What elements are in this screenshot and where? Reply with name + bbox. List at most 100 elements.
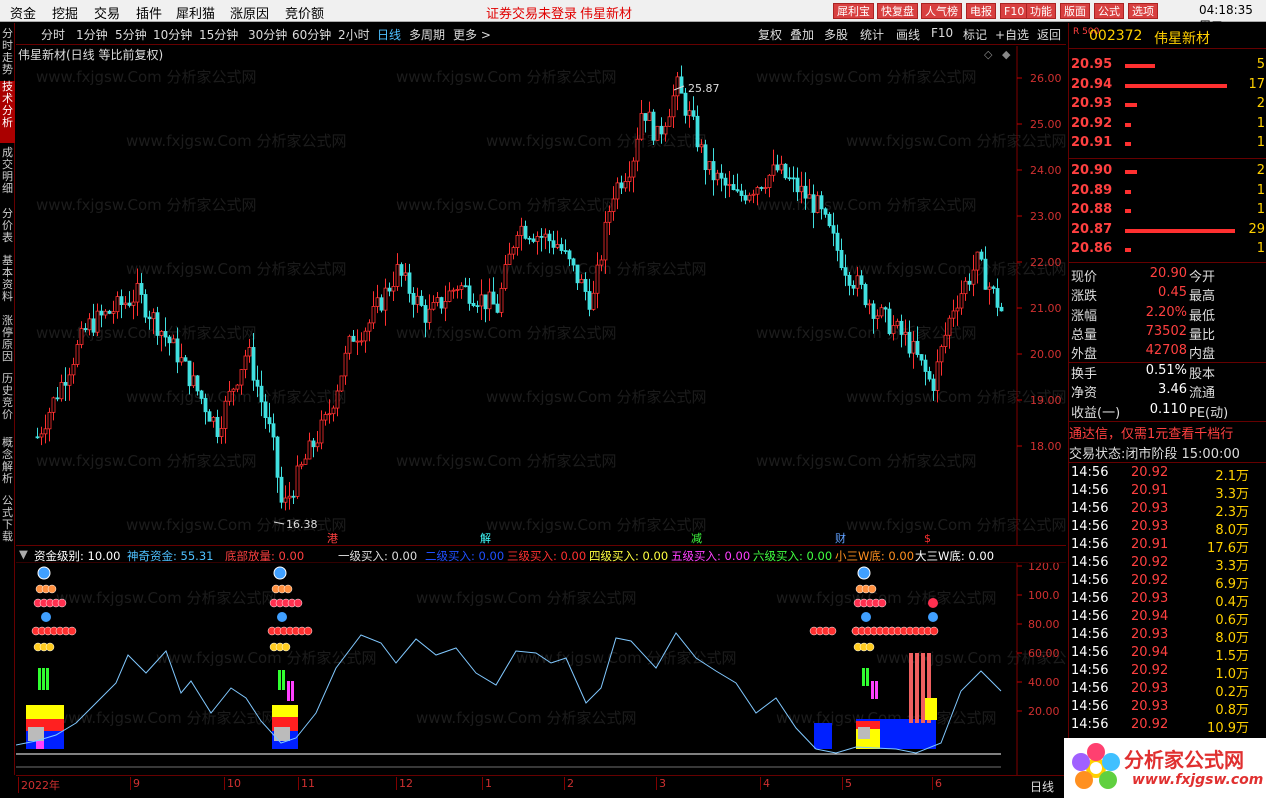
menu-item[interactable]: 交易 bbox=[94, 3, 120, 22]
quote-value: 0.110 bbox=[1149, 401, 1187, 417]
left-nav-item[interactable]: 概念解析 bbox=[0, 437, 15, 491]
period-tab[interactable]: 分时 bbox=[41, 26, 65, 43]
orderbook-row[interactable]: 20.91 1 bbox=[1069, 135, 1266, 153]
candle-body bbox=[919, 354, 924, 361]
orderbook-row[interactable]: 20.93 2 bbox=[1069, 96, 1266, 114]
tick-time: 14:56 bbox=[1071, 645, 1109, 660]
left-nav-item[interactable]: 历史竞价 bbox=[0, 373, 15, 433]
candle-body bbox=[59, 382, 64, 400]
toolbar-button[interactable]: 公式 bbox=[1094, 3, 1124, 19]
left-nav-item[interactable]: 分价表 bbox=[0, 208, 15, 250]
period-tab[interactable]: 1分钟 bbox=[76, 26, 108, 43]
candle-body bbox=[239, 369, 244, 386]
event-marker[interactable]: 减 bbox=[691, 532, 702, 545]
candle-body bbox=[551, 240, 556, 248]
toolbar-button[interactable]: 快复盘 bbox=[877, 3, 918, 19]
toolbar-button[interactable]: 犀利宝 bbox=[833, 3, 874, 19]
candle-body bbox=[403, 272, 408, 276]
candle-body bbox=[307, 440, 312, 460]
watermark: www.fxjgsw.Com 分析家公式网 bbox=[846, 132, 1066, 150]
left-nav-item[interactable]: 基本资料 bbox=[0, 255, 15, 311]
watermark: www.fxjgsw.Com 分析家公式网 bbox=[36, 68, 257, 86]
period-tab[interactable]: 30分钟 bbox=[248, 26, 287, 43]
orderbook-row[interactable]: 20.86 1 bbox=[1069, 241, 1266, 259]
tick-row: 14:56 20.93 2.3万 bbox=[1069, 501, 1266, 520]
date-label: 2022年 bbox=[18, 777, 60, 793]
chart-tool[interactable]: 统计 bbox=[860, 26, 884, 43]
period-tab[interactable]: 10分钟 bbox=[153, 26, 192, 43]
period-tab[interactable]: 60分钟 bbox=[292, 26, 331, 43]
toolbar-button[interactable]: F10 bbox=[1000, 3, 1029, 19]
menu-item[interactable]: 挖掘 bbox=[52, 3, 78, 22]
orderbook-row[interactable]: 20.89 1 bbox=[1069, 183, 1266, 201]
indicator-value: 55.31 bbox=[176, 549, 214, 563]
menu-item[interactable]: 犀利猫 bbox=[176, 3, 215, 22]
orderbook-row[interactable]: 20.95 5 bbox=[1069, 57, 1266, 75]
orderbook-row[interactable]: 20.88 1 bbox=[1069, 202, 1266, 220]
indicator-chart[interactable]: www.fxjgsw.Com 分析家公式网 www.fxjgsw.Com 分析家公… bbox=[16, 563, 1066, 775]
candle-body bbox=[715, 172, 720, 181]
event-marker[interactable]: 港 bbox=[327, 532, 338, 545]
candle-body bbox=[831, 225, 836, 234]
indicator-value: 0.00 bbox=[274, 549, 305, 563]
orderbook-row[interactable]: 20.94 17 bbox=[1069, 77, 1266, 95]
indicator-field: 大三W底: 0.00 bbox=[915, 548, 995, 563]
green-bar bbox=[866, 668, 869, 686]
toolbar-button[interactable]: 功能 bbox=[1026, 3, 1056, 19]
candle-body bbox=[639, 113, 644, 140]
event-marker[interactable]: $ bbox=[924, 532, 931, 545]
period-tab[interactable]: 日线 bbox=[377, 26, 401, 43]
chart-tool[interactable]: 标记 bbox=[963, 26, 987, 43]
orderbook-row[interactable]: 20.90 2 bbox=[1069, 163, 1266, 181]
indicator-value: 0.00 bbox=[964, 549, 995, 563]
event-marker[interactable]: 财 bbox=[835, 531, 846, 545]
toolbar-button[interactable]: 人气榜 bbox=[921, 3, 962, 19]
orderbook-row[interactable]: 20.87 29 bbox=[1069, 222, 1266, 240]
collapse-icon[interactable]: ▼ bbox=[19, 547, 28, 561]
chart-tool[interactable]: 复权 bbox=[758, 26, 782, 43]
candle-body bbox=[595, 264, 600, 294]
event-marker[interactable]: 解 bbox=[480, 531, 491, 545]
left-nav-item[interactable]: 涨停原因 bbox=[0, 315, 15, 369]
chart-tool[interactable]: 返回 bbox=[1037, 26, 1061, 43]
period-tab[interactable]: 5分钟 bbox=[115, 26, 147, 43]
tick-time: 14:56 bbox=[1071, 519, 1109, 534]
toolbar-button[interactable]: 版面 bbox=[1060, 3, 1090, 19]
indicator-value: 0.00 bbox=[802, 549, 833, 563]
green-bar bbox=[287, 681, 290, 701]
left-nav-item[interactable]: 公式下载 bbox=[0, 495, 15, 551]
left-nav-item[interactable]: 技术分析 bbox=[0, 81, 15, 143]
menu-item[interactable]: 资金 bbox=[10, 3, 36, 22]
toolbar-button[interactable]: 选项 bbox=[1128, 3, 1158, 19]
indicator-value: 0.00 bbox=[387, 549, 418, 563]
candle-body bbox=[943, 334, 948, 348]
period-tab[interactable]: 更多 > bbox=[453, 26, 491, 43]
chart-tool[interactable]: 多股 bbox=[824, 26, 848, 43]
diamond-icon[interactable]: ◆ bbox=[1002, 48, 1011, 61]
chart-tool[interactable]: +自选 bbox=[995, 26, 1029, 43]
toolbar-button[interactable]: 电报 bbox=[966, 3, 996, 19]
menu-item[interactable]: 涨原因 bbox=[230, 3, 269, 22]
period-tab[interactable]: 2小时 bbox=[338, 26, 370, 43]
tick-volume: 8.0万 bbox=[1215, 523, 1249, 538]
left-nav-char: 料 bbox=[2, 290, 13, 303]
candle-body bbox=[607, 211, 612, 223]
period-tab[interactable]: 15分钟 bbox=[199, 26, 238, 43]
ad-banner[interactable]: 通达信，仅需1元查看千档行 bbox=[1069, 423, 1266, 441]
volume-bar bbox=[1125, 248, 1131, 252]
kline-chart[interactable]: www.fxjgsw.Com 分析家公式网 www.fxjgsw.Com 分析家公… bbox=[16, 46, 1066, 545]
chart-tool[interactable]: F10 bbox=[931, 26, 953, 40]
menu-item[interactable]: 竞价额 bbox=[285, 3, 324, 22]
orderbook-row[interactable]: 20.92 1 bbox=[1069, 116, 1266, 134]
chart-tool[interactable]: 叠加 bbox=[790, 26, 814, 43]
left-nav-item[interactable]: 成交明细 bbox=[0, 147, 15, 203]
tick-price: 20.93 bbox=[1131, 519, 1169, 534]
chart-tool[interactable]: 画线 bbox=[896, 26, 920, 43]
login-notice[interactable]: 证券交易未登录 bbox=[486, 3, 577, 22]
period-tab[interactable]: 多周期 bbox=[409, 26, 445, 43]
date-label: 1 bbox=[482, 777, 492, 790]
left-nav-item[interactable]: 分时走势 bbox=[0, 28, 15, 78]
date-label: 10 bbox=[224, 777, 241, 790]
diamond-icon[interactable]: ◇ bbox=[984, 48, 993, 61]
menu-item[interactable]: 插件 bbox=[136, 3, 162, 22]
